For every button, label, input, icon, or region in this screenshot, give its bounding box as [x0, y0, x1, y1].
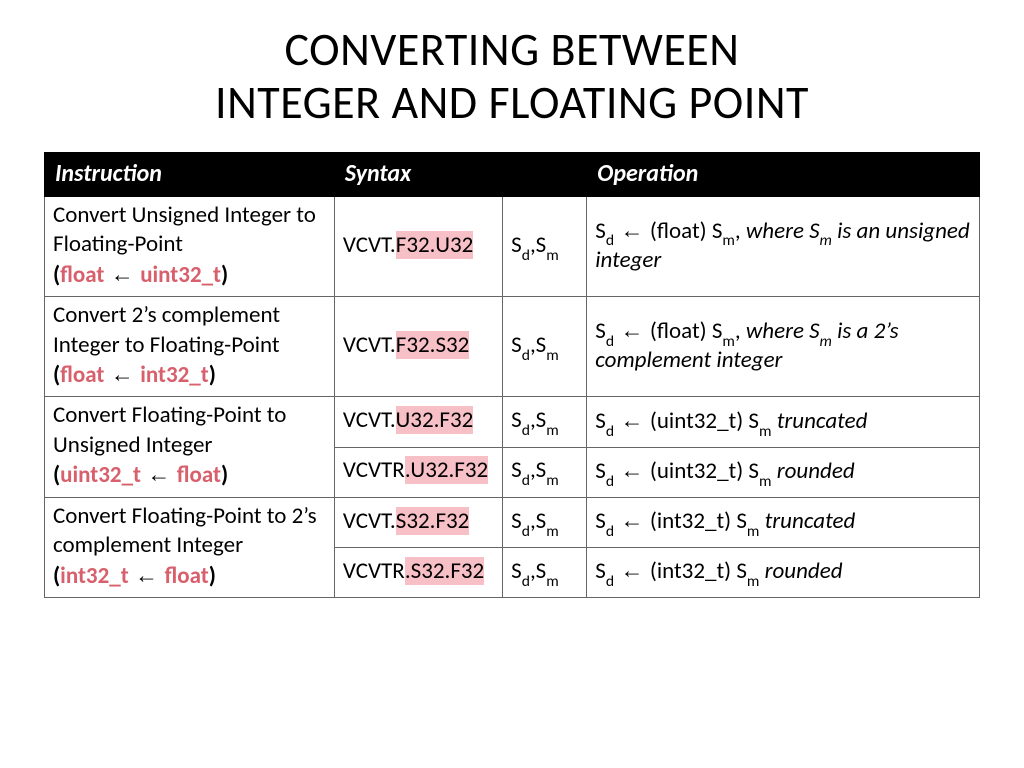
cell-operands: Sd,Sm: [503, 196, 587, 296]
cell-instruction: Convert Floating-Point to Unsigned Integ…: [45, 397, 335, 497]
instr-paren: (float ← int32_t): [53, 361, 216, 389]
cell-instruction: Convert Floating-Point to 2’s complement…: [45, 497, 335, 597]
th-operation: Operation: [587, 152, 980, 196]
arrow-left-icon: ←: [141, 461, 177, 487]
arrow-left-icon: ←: [614, 507, 650, 533]
arrow-left-icon: ←: [614, 407, 650, 433]
cell-operation: Sd ← (uint32_t) Sm truncated: [587, 397, 980, 447]
cell-mnemonic: VCVT.S32.F32: [334, 497, 502, 547]
cell-mnemonic: VCVT.U32.F32: [334, 397, 502, 447]
cell-operation: Sd ← (float) Sm, where Sm is a 2’s compl…: [587, 297, 980, 397]
cell-instruction: Convert Unsigned Integer to Floating-Poi…: [45, 196, 335, 296]
cell-mnemonic: VCVT.F32.S32: [334, 297, 502, 397]
cell-operation: Sd ← (int32_t) Sm truncated: [587, 497, 980, 547]
cell-mnemonic: VCVTR.U32.F32: [334, 447, 502, 497]
arrow-left-icon: ←: [614, 457, 650, 483]
th-syntax: Syntax: [334, 152, 586, 196]
arrow-left-icon: ←: [614, 217, 650, 243]
arrow-left-icon: ←: [104, 261, 140, 287]
cell-operation: Sd ← (float) Sm, where Sm is an unsigned…: [587, 196, 980, 296]
arrow-left-icon: ←: [614, 557, 650, 583]
cell-operation: Sd ← (int32_t) Sm rounded: [587, 547, 980, 597]
table-row: Convert Unsigned Integer to Floating-Poi…: [45, 196, 980, 296]
cell-operands: Sd,Sm: [503, 397, 587, 447]
cell-operands: Sd,Sm: [503, 447, 587, 497]
instr-paren: (float ← uint32_t): [53, 261, 228, 289]
instr-paren: (int32_t ← float): [53, 562, 216, 590]
cell-mnemonic: VCVT.F32.U32: [334, 196, 502, 296]
instr-paren: (uint32_t ← float): [53, 461, 228, 489]
instr-text: Convert Floating-Point to 2’s complement…: [53, 502, 317, 559]
cell-operands: Sd,Sm: [503, 547, 587, 597]
cell-instruction: Convert 2’s complement Integer to Floati…: [45, 297, 335, 397]
cell-mnemonic: VCVTR.S32.F32: [334, 547, 502, 597]
arrow-left-icon: ←: [104, 361, 140, 387]
instr-text: Convert Floating-Point to Unsigned Integ…: [53, 401, 286, 458]
cell-operands: Sd,Sm: [503, 297, 587, 397]
th-instruction: Instruction: [45, 152, 335, 196]
title-line-1: CONVERTING BETWEEN: [285, 22, 740, 78]
instr-text: Convert Unsigned Integer to Floating-Poi…: [53, 201, 316, 258]
slide-title: CONVERTING BETWEEN INTEGER AND FLOATING …: [44, 24, 980, 130]
table-row: Convert Floating-Point to 2’s complement…: [45, 497, 980, 547]
conversion-table: Instruction Syntax Operation Convert Uns…: [44, 152, 980, 598]
arrow-left-icon: ←: [129, 562, 165, 588]
cell-operands: Sd,Sm: [503, 497, 587, 547]
cell-operation: Sd ← (uint32_t) Sm rounded: [587, 447, 980, 497]
title-line-2: INTEGER AND FLOATING POINT: [215, 75, 809, 131]
table-row: Convert 2’s complement Integer to Floati…: [45, 297, 980, 397]
table-header-row: Instruction Syntax Operation: [45, 152, 980, 196]
table-row: Convert Floating-Point to Unsigned Integ…: [45, 397, 980, 447]
arrow-left-icon: ←: [614, 317, 650, 343]
instr-text: Convert 2’s complement Integer to Floati…: [53, 301, 280, 358]
